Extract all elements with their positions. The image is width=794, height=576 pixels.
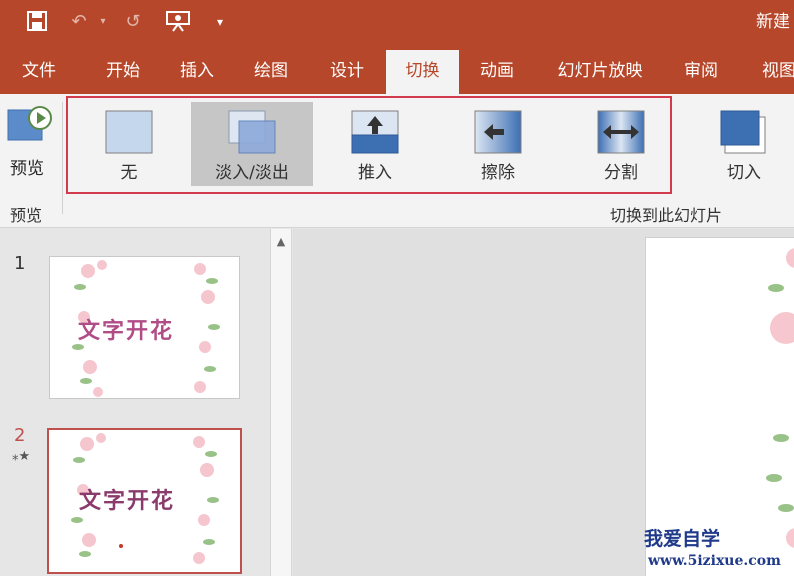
save-icon[interactable]	[24, 10, 50, 34]
transition-label: 推入	[358, 163, 392, 183]
tab-animations[interactable]: 动画	[466, 50, 528, 94]
tab-transitions[interactable]: 切换	[386, 50, 459, 94]
tab-design[interactable]: 设计	[316, 50, 378, 94]
tab-view[interactable]: 视图	[748, 50, 794, 94]
transition-fade[interactable]: 淡入/淡出	[191, 102, 313, 186]
fade-transition-icon	[228, 110, 276, 154]
transition-split[interactable]: 分割	[560, 102, 682, 186]
split-transition-icon	[597, 110, 645, 154]
tab-review[interactable]: 审阅	[670, 50, 732, 94]
redo-icon[interactable]: ↺	[120, 10, 146, 34]
ribbon-tabs: 文件 开始 插入 绘图 设计 切换 动画 幻灯片放映 审阅 视图	[0, 44, 794, 94]
transition-label: 擦除	[481, 163, 515, 183]
present-icon[interactable]	[164, 10, 192, 34]
tab-slideshow[interactable]: 幻灯片放映	[546, 50, 654, 94]
undo-icon[interactable]: ↶	[66, 10, 92, 34]
transitions-group-label: 切换到此幻灯片	[610, 206, 723, 225]
transition-label: 切入	[727, 163, 761, 183]
transition-wipe[interactable]: 擦除	[437, 102, 559, 186]
preview-group-label: 预览	[10, 206, 43, 225]
slide-thumbnail-1[interactable]: 文字开花	[49, 256, 240, 399]
slide-panel-scrollbar[interactable]: ▲	[270, 229, 292, 576]
watermark-url: www.5izixue.com	[648, 553, 781, 569]
transition-none[interactable]: 无	[68, 102, 190, 186]
transition-label: 无	[120, 163, 138, 183]
slide-thumbnail-panel: 1 文字开花 2 ⁎★ 文字开花	[0, 229, 270, 576]
tab-file[interactable]: 文件	[8, 50, 70, 94]
customize-dropdown-icon[interactable]: ▾	[210, 10, 230, 34]
slide-title-text: 文字开花	[79, 489, 176, 514]
wipe-transition-icon	[474, 110, 522, 154]
animation-star-icon: ⁎★	[12, 449, 31, 464]
none-transition-icon	[105, 110, 153, 154]
watermark-text: 我爱自学	[644, 528, 721, 550]
preview-label: 预览	[10, 159, 44, 179]
cut-transition-icon	[720, 110, 766, 154]
slide-title-text: 文字开花	[78, 319, 175, 344]
undo-dropdown-icon[interactable]: ▾	[96, 10, 110, 34]
transition-push[interactable]: 推入	[314, 102, 436, 186]
transition-cut[interactable]: 切入	[683, 102, 794, 186]
document-title: 新建	[756, 12, 790, 32]
tab-insert[interactable]: 插入	[166, 50, 228, 94]
slide-number: 2	[14, 425, 26, 446]
transition-label: 分割	[604, 163, 638, 183]
tab-draw[interactable]: 绘图	[240, 50, 302, 94]
tab-home[interactable]: 开始	[92, 50, 154, 94]
preview-icon	[7, 106, 52, 141]
ribbon-transitions: 预览 预览 无 淡入/淡出 推入 擦除 分割 切入 切换到此幻灯片	[0, 94, 794, 228]
scroll-up-arrow-icon[interactable]: ▲	[271, 231, 291, 253]
transition-label: 淡入/淡出	[215, 163, 289, 183]
preview-button[interactable]: 预览	[0, 98, 58, 188]
group-separator	[62, 102, 63, 214]
slide-number: 1	[14, 253, 26, 274]
title-bar: ↶ ▾ ↺ ▾ 新建	[0, 0, 794, 44]
slide-thumbnail-2[interactable]: 文字开花	[47, 428, 242, 574]
push-transition-icon	[351, 110, 399, 154]
